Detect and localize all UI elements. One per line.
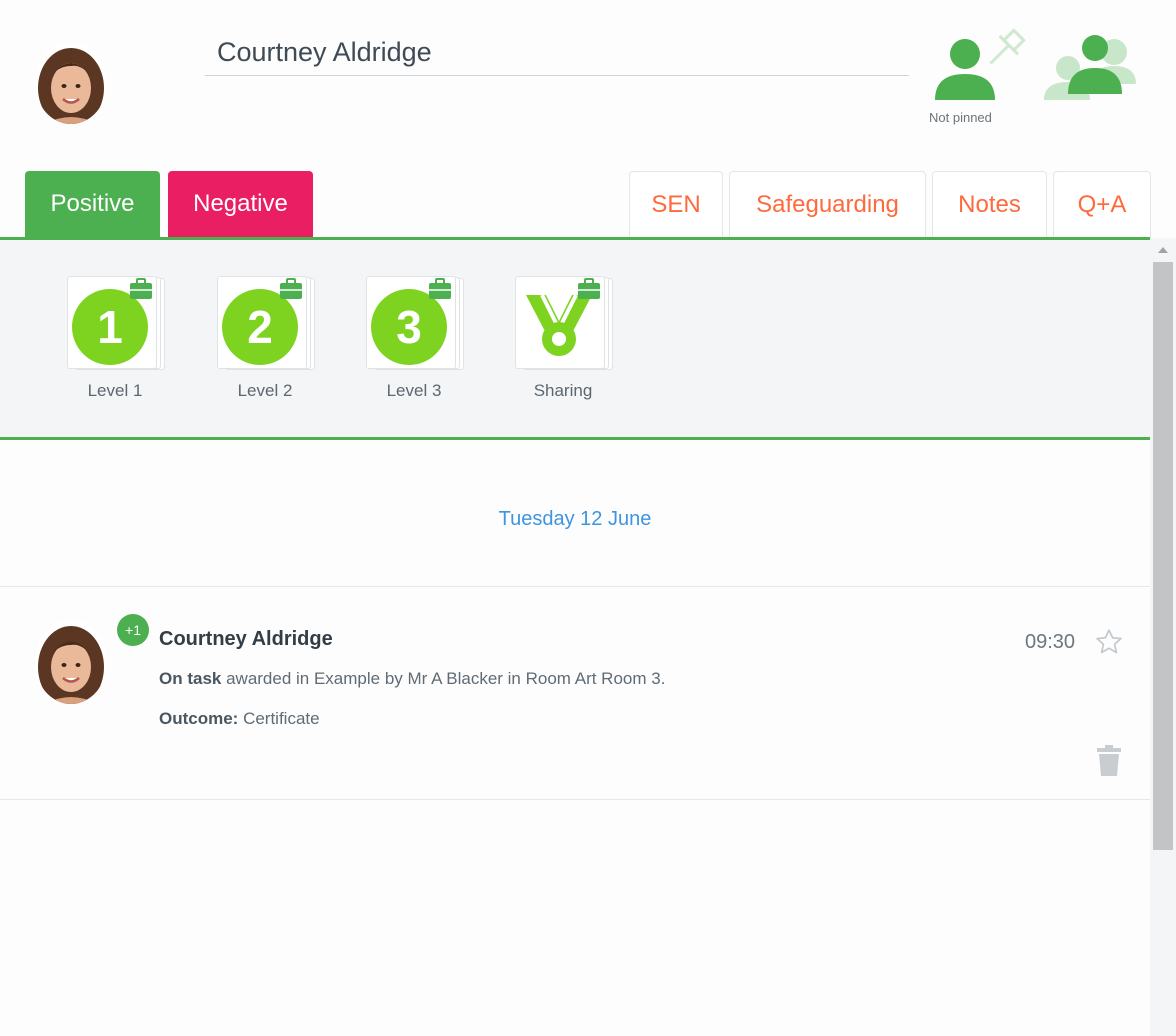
svg-text:1: 1 [97, 301, 123, 353]
pin-status-label: Not pinned [929, 110, 992, 125]
level-1-badge-icon: 1 [72, 278, 152, 365]
award-label: Level 2 [237, 381, 293, 400]
award-label: Sharing [533, 381, 593, 400]
tab-positive[interactable]: Positive [25, 171, 160, 238]
level-2-badge-icon: 2 [222, 278, 302, 365]
entry-description-text: awarded in Example by Mr A Blacker in Ro… [221, 669, 666, 688]
entry-outcome: Outcome: Certificate [159, 709, 320, 729]
points-badge: +1 [117, 614, 149, 646]
tab-negative[interactable]: Negative [168, 171, 313, 238]
person-pin-icon [935, 28, 1026, 100]
award-level-2[interactable]: 2 Level 2 [217, 276, 317, 406]
award-level-3[interactable]: 3 Level 3 [366, 276, 466, 406]
tab-notes[interactable]: Notes [932, 171, 1047, 238]
entry-outcome-value: Certificate [238, 709, 320, 728]
timeline-entry: +1 Courtney Aldridge On task awarded in … [0, 586, 1150, 800]
award-label: Level 3 [386, 381, 442, 400]
entry-student-name: Courtney Aldridge [159, 628, 333, 650]
entry-description: On task awarded in Example by Mr A Black… [159, 669, 665, 689]
tab-sen[interactable]: SEN [629, 171, 723, 238]
award-label: Level 1 [87, 381, 143, 400]
award-level-1[interactable]: 1 Level 1 [67, 276, 167, 406]
tab-qa[interactable]: Q+A [1053, 171, 1151, 238]
award-panel: 1 Level 1 2 Level 2 3 Level 3 Sharing [0, 237, 1150, 440]
scroll-up-arrow-icon[interactable] [1150, 238, 1176, 260]
pin-toggle[interactable]: Not pinned [926, 28, 1036, 128]
timeline-date-heading: Tuesday 12 June [498, 508, 652, 530]
svg-text:3: 3 [396, 301, 422, 353]
level-3-badge-icon: 3 [371, 278, 451, 365]
student-name-field[interactable] [205, 30, 909, 76]
medal-icon [526, 278, 600, 356]
star-icon[interactable] [1094, 627, 1124, 662]
vertical-scrollbar[interactable] [1150, 238, 1176, 1036]
entry-behaviour: On task [159, 669, 222, 688]
tab-safeguarding[interactable]: Safeguarding [729, 171, 926, 238]
entry-avatar [35, 620, 107, 704]
award-sharing[interactable]: Sharing [515, 276, 615, 406]
entry-outcome-label: Outcome: [159, 709, 239, 728]
svg-text:2: 2 [247, 301, 273, 353]
entry-time: 09:30 [1025, 631, 1076, 653]
scrollbar-thumb[interactable] [1153, 262, 1173, 850]
trash-icon[interactable] [1096, 745, 1122, 782]
group-icon[interactable] [1040, 30, 1140, 104]
student-avatar [35, 42, 107, 124]
